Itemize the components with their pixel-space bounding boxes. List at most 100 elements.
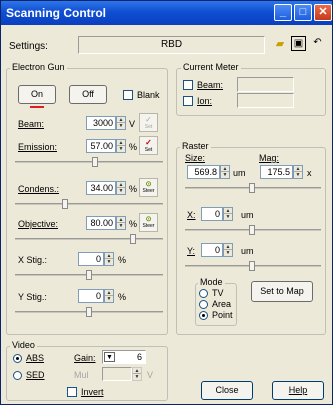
condens-slider-thumb[interactable] [62, 199, 68, 209]
mul-input[interactable] [102, 367, 132, 381]
beam-set-button[interactable]: ✓ Set [139, 113, 158, 132]
objective-value: 80.00 [90, 218, 113, 228]
gain-label: Gain: [74, 353, 96, 363]
abs-radio[interactable] [13, 354, 22, 363]
emission-value: 57.00 [90, 141, 113, 151]
size-input[interactable]: 569.8 [187, 165, 220, 179]
settings-label: Settings: [9, 41, 48, 52]
beam-unit: V [129, 119, 136, 129]
y-input[interactable]: 0 [201, 243, 223, 257]
size-slider[interactable] [185, 183, 321, 193]
close-button[interactable]: Close [201, 381, 253, 400]
gun-on-button[interactable]: On [18, 85, 56, 104]
x-spinner[interactable]: ▲ ▼ [223, 207, 233, 221]
y-slider[interactable] [185, 261, 321, 271]
size-spinner[interactable]: ▲ ▼ [220, 165, 230, 179]
condens-steer-button[interactable]: ⊙ Steer [139, 178, 158, 197]
beam-meter-checkbox[interactable] [183, 80, 193, 90]
sed-label: SED [26, 370, 45, 380]
settings-value: RBD [160, 39, 183, 50]
gain-select[interactable]: ▼ 6 [102, 350, 146, 364]
xstig-spinner[interactable]: ▲ ▼ [104, 252, 114, 266]
blank-checkbox[interactable] [123, 90, 133, 100]
current-meter-group [176, 68, 326, 116]
ion-meter-label: Ion: [197, 96, 213, 106]
abs-label: ABS [26, 353, 45, 363]
beam-spinner[interactable]: ▲ ▼ [116, 116, 126, 130]
beam-meter-label: Beam: [197, 80, 224, 90]
objective-slider[interactable] [15, 234, 163, 244]
objective-input[interactable]: 80.00 [86, 216, 116, 230]
mode-area-radio[interactable] [199, 300, 208, 309]
x-label: X: [187, 210, 196, 220]
ion-meter-checkbox[interactable] [183, 96, 193, 106]
sed-radio[interactable] [13, 371, 22, 380]
y-slider-thumb[interactable] [249, 261, 255, 271]
condens-steer-label: Steer [142, 188, 155, 194]
xstig-slider-thumb[interactable] [86, 270, 92, 280]
emission-spinner[interactable]: ▲ ▼ [116, 139, 126, 153]
objective-unit: % [129, 219, 138, 229]
emission-unit: % [129, 142, 138, 152]
mode-area-label: Area [212, 299, 232, 309]
ystig-spinner[interactable]: ▲ ▼ [104, 289, 114, 303]
invert-label: Invert [81, 387, 104, 397]
gun-off-label: Off [82, 89, 94, 99]
help-button[interactable]: Help [272, 381, 324, 400]
set-to-map-label: Set to Map [260, 286, 304, 296]
x-slider-thumb[interactable] [249, 225, 255, 235]
minimize-button[interactable]: _ [274, 4, 292, 21]
emission-slider[interactable] [15, 157, 163, 167]
gun-off-button[interactable]: Off [69, 85, 107, 104]
close-label: Close [215, 385, 239, 395]
beam-input[interactable]: 3000 [86, 116, 116, 130]
xstig-input[interactable]: 0 [78, 252, 104, 266]
maximize-button[interactable]: □ [294, 4, 312, 21]
mul-unit: V [147, 370, 154, 380]
mag-label: Mag: [259, 153, 280, 163]
save-icon[interactable]: ▣ [291, 36, 306, 51]
ystig-input[interactable]: 0 [78, 289, 104, 303]
emission-set-button[interactable]: ✓ Set [139, 136, 158, 155]
size-label: Size: [185, 153, 206, 163]
condens-input[interactable]: 34.00 [86, 181, 116, 195]
mag-spinner[interactable]: ▲ ▼ [293, 165, 303, 179]
electron-gun-title: Electron Gun [10, 62, 67, 72]
ystig-unit: % [118, 292, 127, 302]
undo-icon[interactable]: ↶ [310, 36, 325, 51]
minimize-icon: _ [279, 6, 287, 18]
mag-input[interactable]: 175.5 [260, 165, 293, 179]
objective-spinner[interactable]: ▲ ▼ [116, 216, 126, 230]
objective-steer-button[interactable]: ⊙ Steer [139, 213, 158, 232]
close-window-button[interactable]: ✕ [314, 4, 332, 21]
emission-input[interactable]: 57.00 [86, 139, 116, 153]
settings-field[interactable]: RBD [78, 36, 265, 54]
check-icon: ✓ [145, 115, 152, 124]
mul-spinner[interactable]: ▲ ▼ [132, 367, 142, 381]
invert-checkbox[interactable] [67, 387, 77, 397]
set-to-map-button[interactable]: Set to Map [251, 281, 313, 302]
size-slider-thumb[interactable] [249, 183, 255, 193]
help-label: Help [288, 385, 308, 395]
mode-point-radio[interactable] [199, 311, 208, 320]
emission-set-label: Set [144, 147, 153, 153]
mode-tv-radio[interactable] [199, 289, 208, 298]
mag-value: 175.5 [267, 167, 290, 177]
y-unit: um [241, 246, 254, 256]
maximize-icon: □ [299, 6, 307, 18]
y-spinner[interactable]: ▲ ▼ [223, 243, 233, 257]
open-folder-icon[interactable]: ▰ [272, 37, 288, 51]
xstig-slider[interactable] [15, 270, 163, 280]
mode-tv-label: TV [212, 288, 224, 298]
condens-slider[interactable] [15, 199, 163, 209]
x-input[interactable]: 0 [201, 207, 223, 221]
condens-spinner[interactable]: ▲ ▼ [116, 181, 126, 195]
emission-slider-thumb[interactable] [92, 157, 98, 167]
x-value: 0 [214, 209, 220, 219]
ystig-slider[interactable] [15, 307, 163, 317]
size-unit: um [233, 168, 246, 178]
ystig-slider-thumb[interactable] [86, 307, 92, 317]
x-slider[interactable] [185, 225, 321, 235]
mode-point-label: Point [212, 310, 233, 320]
objective-slider-thumb[interactable] [130, 234, 136, 244]
